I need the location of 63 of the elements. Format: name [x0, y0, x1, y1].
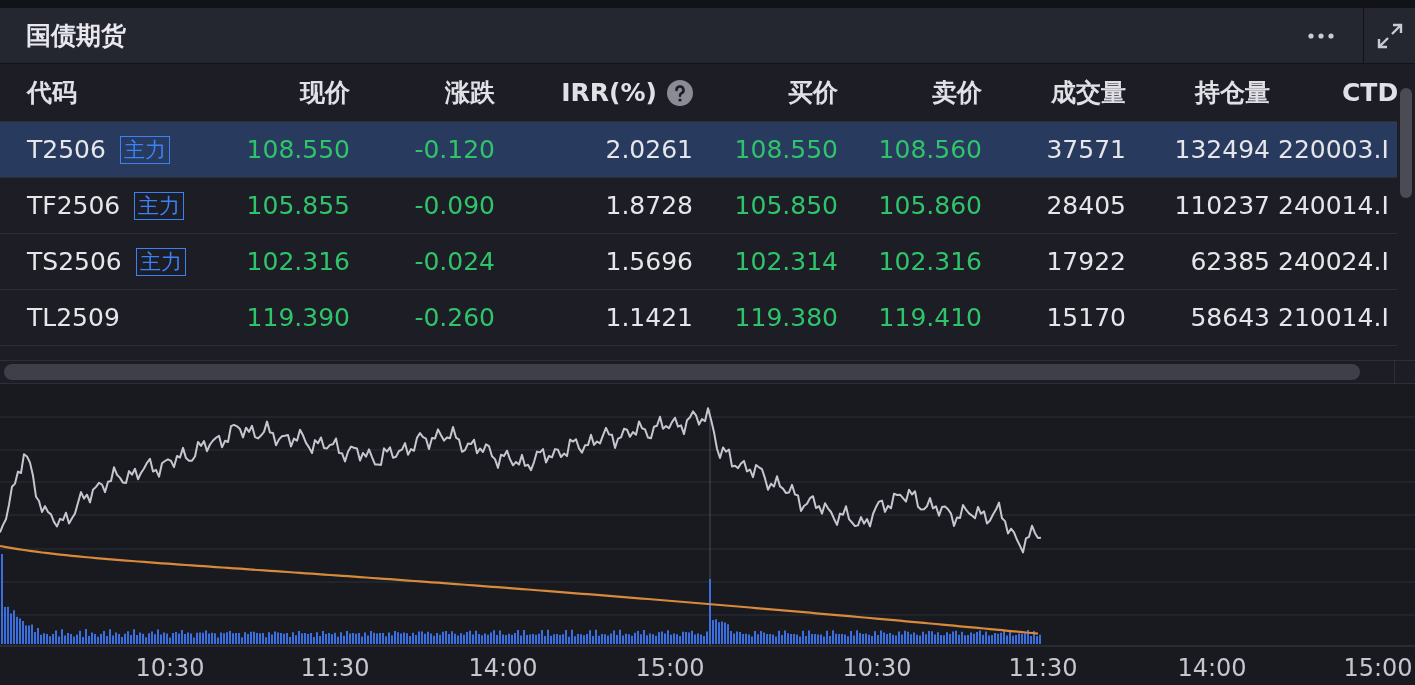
column-header: CTD — [1341, 78, 1397, 107]
table-cell-text: -0.260 — [413, 303, 495, 332]
table-row[interactable]: TF2506 主力 105.855 -0.090 1.8728 105.850 105.860 28405 110237 240014.I — [0, 178, 1397, 234]
contract-code: TS2506 — [27, 247, 122, 276]
table-cell-text: -0.120 — [413, 135, 495, 164]
column-header: 现价 — [298, 77, 350, 109]
help-icon[interactable] — [667, 79, 693, 106]
column-header: 代码 — [27, 77, 78, 109]
contract-code: TL2509 — [27, 303, 120, 332]
table-cell-text: 240024.I — [1277, 247, 1390, 276]
main-contract-tag: 主力 — [119, 135, 170, 164]
table-cell-text: 1.8728 — [604, 191, 693, 220]
table-cell-text: 210014.I — [1277, 303, 1390, 332]
table-cell-text: 1.5696 — [604, 247, 693, 276]
column-header: 成交量 — [1050, 77, 1126, 109]
main-contract-tag: 主力 — [135, 247, 186, 276]
table-row[interactable]: TL2509 119.390 -0.260 1.1421 119.380 119.410 15170 58643 210014.I — [0, 290, 1397, 346]
time-axis-label: 10:30 — [135, 654, 205, 682]
column-header: 卖价 — [931, 77, 982, 109]
table-cell-text: 105.855 — [245, 191, 350, 220]
panel-title: 国债期货 — [25, 20, 126, 52]
table-cell-text: 105.860 — [877, 191, 982, 220]
table-cell-text: 102.316 — [245, 247, 350, 276]
column-header: 买价 — [787, 77, 838, 109]
time-axis-label: 10:30 — [842, 654, 912, 682]
time-axis-label: 15:00 — [1343, 654, 1413, 682]
table-cell-text: 119.380 — [733, 303, 838, 332]
contract-code: TF2506 — [27, 191, 121, 220]
time-axis-label: 14:00 — [1177, 654, 1247, 682]
table-cell-text: 17922 — [1045, 247, 1126, 276]
time-axis-label: 11:30 — [300, 654, 370, 682]
table-cell-text: 37571 — [1045, 135, 1126, 164]
table-cell-text: 102.316 — [877, 247, 982, 276]
table-cell-text: 15170 — [1045, 303, 1126, 332]
time-axis-label: 11:30 — [1008, 654, 1078, 682]
table-cell-text: 62385 — [1189, 247, 1270, 276]
table-cell-text: 132494 — [1173, 135, 1270, 164]
table-cell-text: 108.550 — [245, 135, 350, 164]
table-cell-text: 102.314 — [733, 247, 838, 276]
table-row[interactable]: TS2506 主力 102.316 -0.024 1.5696 102.314 102.316 17922 62385 240024.I — [0, 234, 1397, 290]
contract-code: T2506 — [27, 135, 106, 164]
table-cell-text: 108.550 — [733, 135, 838, 164]
table-cell-text: 110237 — [1173, 191, 1270, 220]
table-cell-text: 119.410 — [877, 303, 982, 332]
main-contract-tag: 主力 — [134, 191, 185, 220]
table-cell-text: 2.0261 — [604, 135, 693, 164]
table-cell-text: 108.560 — [877, 135, 982, 164]
time-axis-label: 15:00 — [635, 654, 705, 682]
table-cell-text: 58643 — [1189, 303, 1270, 332]
table-cell-text: 119.390 — [245, 303, 350, 332]
table-cell-text: 1.1421 — [604, 303, 693, 332]
table-cell-text: 105.850 — [733, 191, 838, 220]
table-row[interactable]: T2506 主力 108.550 -0.120 2.0261 108.550 108.560 37571 132494 220003.I — [0, 122, 1397, 178]
table-cell-text: 220003.I — [1277, 135, 1390, 164]
column-header: 持仓量 — [1193, 77, 1270, 109]
table-cell-text: 240014.I — [1277, 191, 1390, 220]
column-header: IRR(%) — [495, 78, 693, 107]
more-icon[interactable] — [1307, 31, 1335, 40]
table-cell-text: 28405 — [1045, 191, 1126, 220]
time-axis-label: 14:00 — [468, 654, 538, 682]
table-cell-text: -0.090 — [413, 191, 495, 220]
column-header: 涨跌 — [444, 77, 495, 109]
table-cell-text: -0.024 — [413, 247, 495, 276]
